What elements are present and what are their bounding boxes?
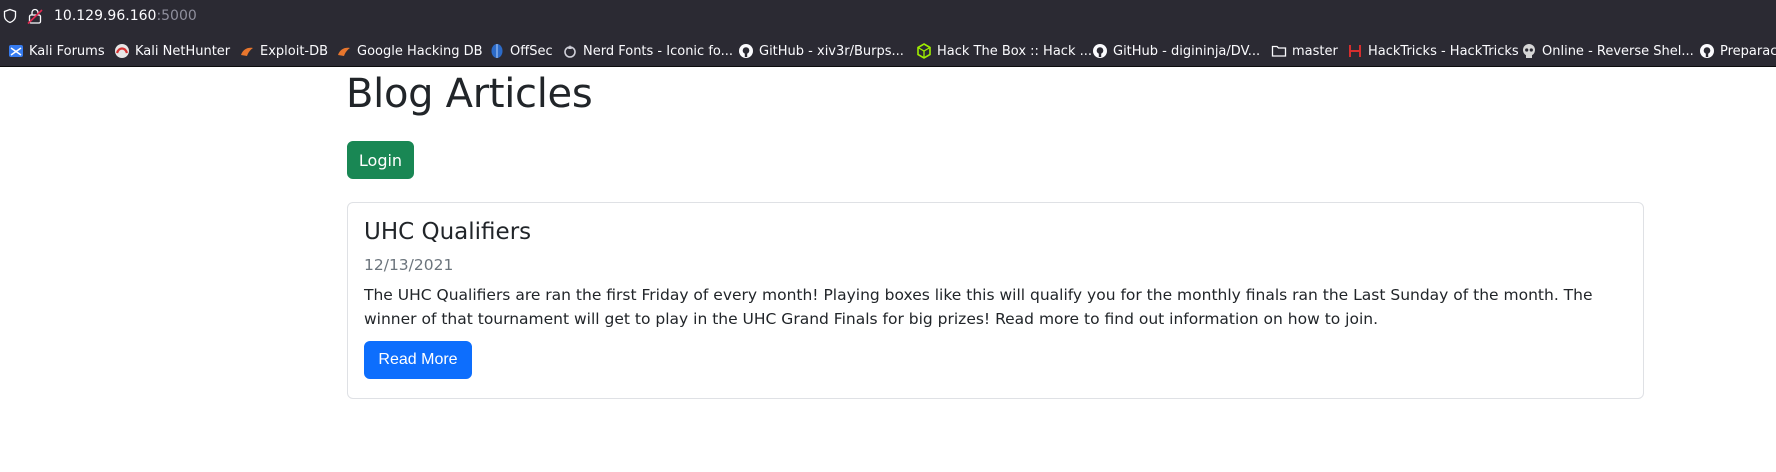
- insecure-lock-icon[interactable]: [27, 7, 43, 25]
- bookmark-folder-master[interactable]: master: [1271, 42, 1338, 60]
- github-icon: [738, 43, 754, 59]
- kali-nethunter-icon: [114, 43, 130, 59]
- page-content: Blog Articles Login UHC Qualifiers 12/13…: [0, 68, 1776, 472]
- article-card: UHC Qualifiers 12/13/2021 The UHC Qualif…: [347, 202, 1644, 399]
- skull-icon: [1521, 43, 1537, 59]
- url-text[interactable]: 10.129.96.160:5000: [54, 7, 197, 25]
- browser-url-bar[interactable]: 10.129.96.160:5000: [0, 0, 1776, 33]
- bookmark-offsec[interactable]: OffSec: [489, 42, 553, 60]
- bookmarks-toolbar: Kali Forums Kali NetHunter Exploit-DB Go…: [0, 33, 1776, 67]
- nerd-fonts-icon: [562, 43, 578, 59]
- login-button[interactable]: Login: [347, 141, 414, 179]
- bookmark-reverse-shell[interactable]: Online - Reverse Shel...: [1521, 42, 1694, 60]
- bookmark-label: Kali Forums: [29, 43, 105, 59]
- tracking-shield-icon[interactable]: [2, 8, 18, 24]
- article-body: The UHC Qualifiers are ran the first Fri…: [364, 286, 1593, 328]
- bookmark-label: Preparac: [1720, 43, 1776, 59]
- bookmark-label: Kali NetHunter: [135, 43, 231, 59]
- bookmark-github-dvwa[interactable]: GitHub - digininja/DV...: [1092, 42, 1260, 60]
- bookmark-exploit-db[interactable]: Exploit-DB: [239, 42, 328, 60]
- bookmark-hack-the-box[interactable]: Hack The Box :: Hack ...: [916, 42, 1092, 60]
- bookmark-preparac[interactable]: Preparac: [1699, 42, 1776, 60]
- bookmark-github-burpsuite[interactable]: GitHub - xiv3r/Burps...: [738, 42, 904, 60]
- read-more-button[interactable]: Read More: [364, 341, 472, 379]
- bookmark-label: Google Hacking DB: [357, 43, 483, 59]
- url-port: :5000: [156, 8, 197, 24]
- bookmark-google-hacking-db[interactable]: Google Hacking DB: [336, 42, 483, 60]
- google-hacking-db-icon: [336, 43, 352, 59]
- bookmark-kali-forums[interactable]: Kali Forums: [8, 42, 105, 60]
- bookmark-hacktricks[interactable]: HackTricks - HackTricks: [1347, 42, 1519, 60]
- bookmark-label: OffSec: [510, 43, 553, 59]
- bookmark-label: GitHub - xiv3r/Burps...: [759, 43, 904, 59]
- bookmark-label: Online - Reverse Shel...: [1542, 43, 1694, 59]
- article-date: 12/13/2021: [364, 256, 454, 274]
- url-host: 10.129.96.160: [54, 8, 157, 24]
- kali-forums-icon: [8, 43, 24, 59]
- bookmark-kali-nethunter[interactable]: Kali NetHunter: [114, 42, 230, 60]
- folder-icon: [1271, 43, 1287, 59]
- offsec-icon: [489, 43, 505, 59]
- github-icon: [1699, 43, 1715, 59]
- hacktricks-icon: [1347, 43, 1363, 59]
- article-title: UHC Qualifiers: [364, 219, 532, 245]
- page-title: Blog Articles: [346, 71, 593, 117]
- github-icon: [1092, 43, 1108, 59]
- bookmark-label: Nerd Fonts - Iconic fo...: [583, 43, 734, 59]
- bookmark-label: Hack The Box :: Hack ...: [937, 43, 1092, 59]
- bookmark-label: HackTricks - HackTricks: [1368, 43, 1519, 59]
- bookmark-label: Exploit-DB: [260, 43, 329, 59]
- hack-the-box-icon: [916, 43, 932, 59]
- bookmark-nerd-fonts[interactable]: Nerd Fonts - Iconic fo...: [562, 42, 733, 60]
- bookmark-label: master: [1292, 43, 1338, 59]
- bookmark-label: GitHub - digininja/DV...: [1113, 43, 1261, 59]
- exploit-db-icon: [239, 43, 255, 59]
